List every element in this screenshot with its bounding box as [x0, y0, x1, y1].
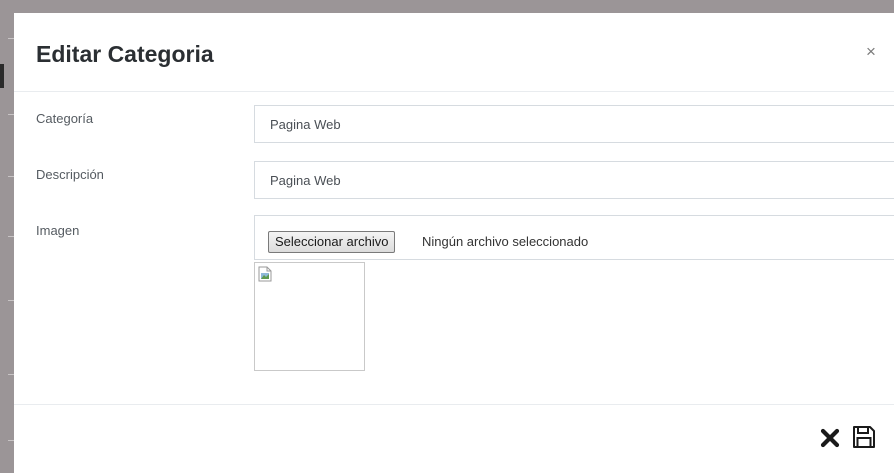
times-icon — [820, 428, 840, 448]
save-button[interactable] — [852, 425, 876, 449]
edit-category-modal: Editar Categoria × Categoría Descripción… — [14, 13, 894, 473]
broken-image-icon — [258, 266, 272, 282]
select-file-button[interactable]: Seleccionar archivo — [268, 231, 396, 253]
file-status-text: Ningún archivo seleccionado — [422, 234, 589, 249]
descripcion-input[interactable] — [254, 161, 894, 199]
modal-footer — [14, 404, 894, 473]
categoria-input[interactable] — [254, 105, 894, 143]
cancel-button[interactable] — [819, 427, 841, 449]
imagen-file-input: Seleccionar archivo Ningún archivo selec… — [254, 215, 894, 260]
descripcion-label: Descripción — [36, 167, 104, 182]
page: Editar Categoria × Categoría Descripción… — [0, 0, 894, 473]
floppy-disk-icon — [853, 426, 875, 448]
modal-backdrop-top — [0, 0, 894, 13]
backdrop-text-fragment — [0, 64, 4, 88]
close-button[interactable]: × — [862, 43, 880, 61]
imagen-label: Imagen — [36, 223, 80, 238]
categoria-label: Categoría — [36, 111, 94, 126]
modal-header: Editar Categoria × — [14, 13, 894, 92]
modal-title: Editar Categoria — [36, 41, 214, 67]
image-preview — [254, 262, 365, 371]
